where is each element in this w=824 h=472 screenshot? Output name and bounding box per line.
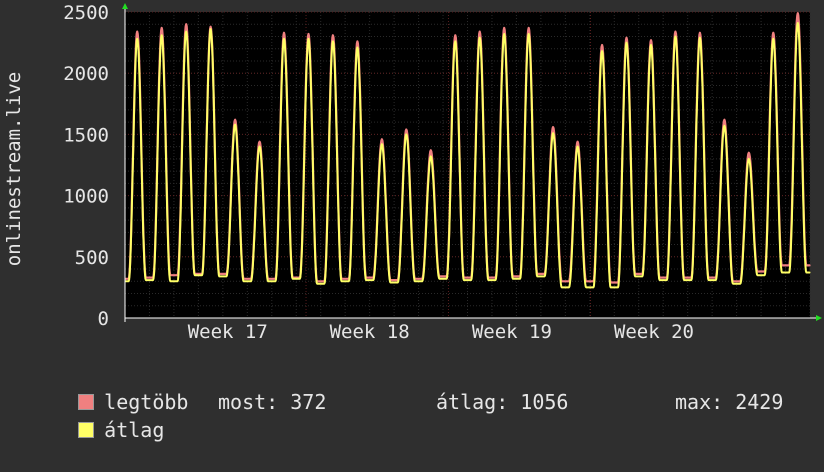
stat-average: átlag: 1056 (436, 390, 569, 414)
y-tick-label: 1000 (63, 186, 109, 208)
plot-area: 0 500 1000 1500 2000 2500 Week 17 Week 18 Week 1… (3, 2, 822, 343)
legend-label-avg: átlag (104, 418, 165, 442)
y-tick-label: 2000 (63, 63, 109, 85)
x-tick-label: Week 19 (472, 321, 552, 343)
legend-avg: átlag (30, 388, 164, 472)
y-tick-label: 0 (98, 308, 109, 330)
y-axis-label: onlinestream.live (3, 72, 25, 266)
stat-max: max: 2429 (675, 390, 784, 414)
stat-now: most: 372 (218, 390, 327, 414)
y-tick-label: 2500 (63, 2, 109, 24)
x-tick-label: Week 18 (330, 321, 410, 343)
x-tick-label: Week 20 (614, 321, 694, 343)
chart: 0 500 1000 1500 2000 2500 Week 17 Week 18 Week 1… (0, 0, 824, 442)
y-tick-label: 500 (75, 247, 109, 269)
legend-swatch-avg (78, 422, 95, 438)
x-tick-label: Week 17 (188, 321, 268, 343)
y-tick-label: 1500 (63, 124, 109, 146)
x-axis-arrow-icon (816, 315, 822, 321)
y-axis-arrow-icon (122, 3, 128, 9)
